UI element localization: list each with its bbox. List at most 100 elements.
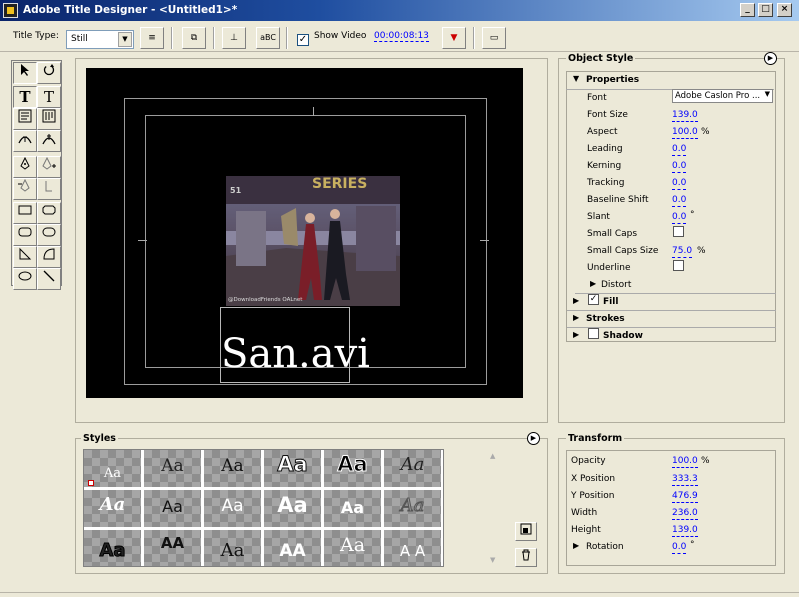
- maximize-button[interactable]: □: [758, 3, 773, 17]
- selection-tool[interactable]: [13, 62, 37, 84]
- width-value[interactable]: 236.0: [672, 508, 698, 520]
- expand-triangle-icon[interactable]: ▶: [573, 541, 579, 550]
- scroll-down-icon[interactable]: ▼: [490, 556, 495, 564]
- path-type-tool[interactable]: [13, 130, 37, 152]
- style-swatch[interactable]: Aa: [144, 490, 202, 528]
- shadow-checkbox[interactable]: [588, 328, 599, 339]
- aspect-value[interactable]: 100.0: [672, 127, 698, 139]
- opacity-value[interactable]: 100.0: [672, 456, 698, 468]
- small-caps-label: Small Caps: [587, 229, 638, 239]
- video-preview: SERIES 51 @DownloadFriends OALnet: [226, 176, 400, 306]
- style-swatch[interactable]: A A: [384, 530, 442, 566]
- style-swatch[interactable]: Aa: [384, 490, 442, 528]
- y-position-value[interactable]: 476.9: [672, 491, 698, 503]
- expand-triangle-icon[interactable]: ▼: [573, 74, 579, 83]
- font-select[interactable]: Adobe Caslon Pro ... ▼: [672, 89, 773, 103]
- arc-tool[interactable]: [37, 246, 61, 268]
- style-swatch[interactable]: AA: [264, 530, 322, 566]
- scroll-up-icon[interactable]: ▲: [490, 452, 495, 460]
- kerning-button[interactable]: aBC: [256, 27, 280, 49]
- tab-stops-button[interactable]: ≡: [140, 27, 164, 49]
- opacity-label: Opacity: [571, 456, 606, 466]
- distort-label: Distort: [601, 280, 632, 290]
- delete-anchor-tool[interactable]: [13, 178, 37, 200]
- expand-triangle-icon[interactable]: ▶: [573, 296, 579, 305]
- expand-triangle-icon[interactable]: ▶: [573, 330, 579, 339]
- style-swatch[interactable]: AA: [144, 530, 202, 566]
- wedge-tool[interactable]: [13, 246, 37, 268]
- style-swatch[interactable]: Aa: [264, 450, 322, 488]
- style-swatch[interactable]: Aa: [324, 450, 382, 488]
- type-tool[interactable]: T: [13, 86, 37, 108]
- small-caps-size-unit: %: [697, 246, 706, 256]
- vertical-path-type-tool[interactable]: [37, 130, 61, 152]
- panel-menu-icon[interactable]: ▶: [527, 432, 540, 445]
- vertical-area-type-tool[interactable]: [37, 108, 61, 130]
- ellipse-tool[interactable]: [13, 268, 37, 290]
- title-designer-window: Adobe Title Designer - <Untitled1>* _ □ …: [0, 0, 799, 597]
- minimize-button[interactable]: _: [740, 3, 755, 17]
- expand-triangle-icon[interactable]: ▶: [573, 313, 579, 322]
- style-swatch[interactable]: Aa: [84, 530, 142, 566]
- rotation-value[interactable]: 0.0: [672, 542, 687, 554]
- font-size-value[interactable]: 139.0: [672, 110, 698, 122]
- kerning-icon: aBC: [260, 33, 276, 42]
- wedge-icon: [19, 247, 32, 260]
- style-swatch[interactable]: Aa: [84, 490, 142, 528]
- align-button[interactable]: ⊥: [222, 27, 246, 49]
- slant-unit: °: [690, 210, 695, 220]
- marker-button[interactable]: ▼: [442, 27, 466, 49]
- style-swatch[interactable]: Aa: [324, 490, 382, 528]
- height-value[interactable]: 139.0: [672, 525, 698, 537]
- timecode-field[interactable]: 00:00:08:13: [374, 31, 429, 42]
- title-type-select[interactable]: Still ▼: [66, 30, 134, 49]
- vertical-type-tool[interactable]: T: [37, 86, 61, 108]
- style-swatch[interactable]: Aa: [144, 450, 202, 488]
- small-caps-size-value[interactable]: 75.0: [672, 246, 693, 258]
- add-anchor-tool[interactable]: [37, 156, 61, 178]
- slant-label: Slant: [587, 212, 610, 222]
- styles-scrollbar[interactable]: ▲ ▼: [488, 452, 501, 567]
- close-button[interactable]: ×: [777, 3, 792, 17]
- baseline-shift-value[interactable]: 0.0: [672, 195, 687, 207]
- delete-style-button[interactable]: [515, 548, 537, 567]
- tracking-value[interactable]: 0.0: [672, 178, 687, 190]
- templates-button[interactable]: ⧉: [182, 27, 206, 49]
- new-style-icon: [520, 523, 532, 535]
- small-caps-checkbox[interactable]: [673, 226, 684, 237]
- pen-tool[interactable]: [13, 156, 37, 178]
- rectangle-tool[interactable]: [13, 202, 37, 224]
- background-toggle-button[interactable]: ▭: [482, 27, 506, 49]
- style-swatch[interactable]: Aa: [204, 450, 262, 488]
- window-title: Adobe Title Designer - <Untitled1>*: [23, 4, 238, 16]
- line-tool[interactable]: [37, 268, 61, 290]
- properties-label: Properties: [586, 75, 640, 85]
- style-swatch[interactable]: Aa: [204, 530, 262, 566]
- show-video-checkbox[interactable]: ✓: [297, 34, 309, 46]
- leading-value[interactable]: 0.0: [672, 144, 687, 156]
- area-type-tool[interactable]: [13, 108, 37, 130]
- style-swatch[interactable]: Aa: [204, 490, 262, 528]
- fill-checkbox[interactable]: ✓: [588, 294, 599, 305]
- rounded-corner-rectangle-tool[interactable]: [37, 224, 61, 246]
- underline-checkbox[interactable]: [673, 260, 684, 271]
- slant-value[interactable]: 0.0: [672, 212, 687, 224]
- center-marker: [480, 240, 489, 241]
- clipped-rectangle-tool[interactable]: [37, 202, 61, 224]
- panel-menu-icon[interactable]: ▶: [764, 52, 777, 65]
- tab-stops-icon: ≡: [148, 33, 156, 43]
- new-style-button[interactable]: [515, 522, 537, 541]
- rounded-rectangle-tool[interactable]: [13, 224, 37, 246]
- convert-anchor-tool[interactable]: [37, 178, 61, 200]
- style-swatch[interactable]: Aa: [324, 530, 382, 566]
- style-swatch[interactable]: Aa: [384, 450, 442, 488]
- canvas-title-text[interactable]: San.avi: [221, 330, 370, 378]
- kerning-value[interactable]: 0.0: [672, 161, 687, 173]
- x-position-value[interactable]: 333.3: [672, 474, 698, 486]
- style-swatch[interactable]: Aa: [264, 490, 322, 528]
- show-video-label: Show Video: [314, 31, 367, 41]
- rotation-tool[interactable]: [37, 62, 61, 84]
- underline-label: Underline: [587, 263, 631, 273]
- expand-triangle-icon[interactable]: ▶: [590, 279, 596, 288]
- marker-icon: ▼: [450, 33, 458, 43]
